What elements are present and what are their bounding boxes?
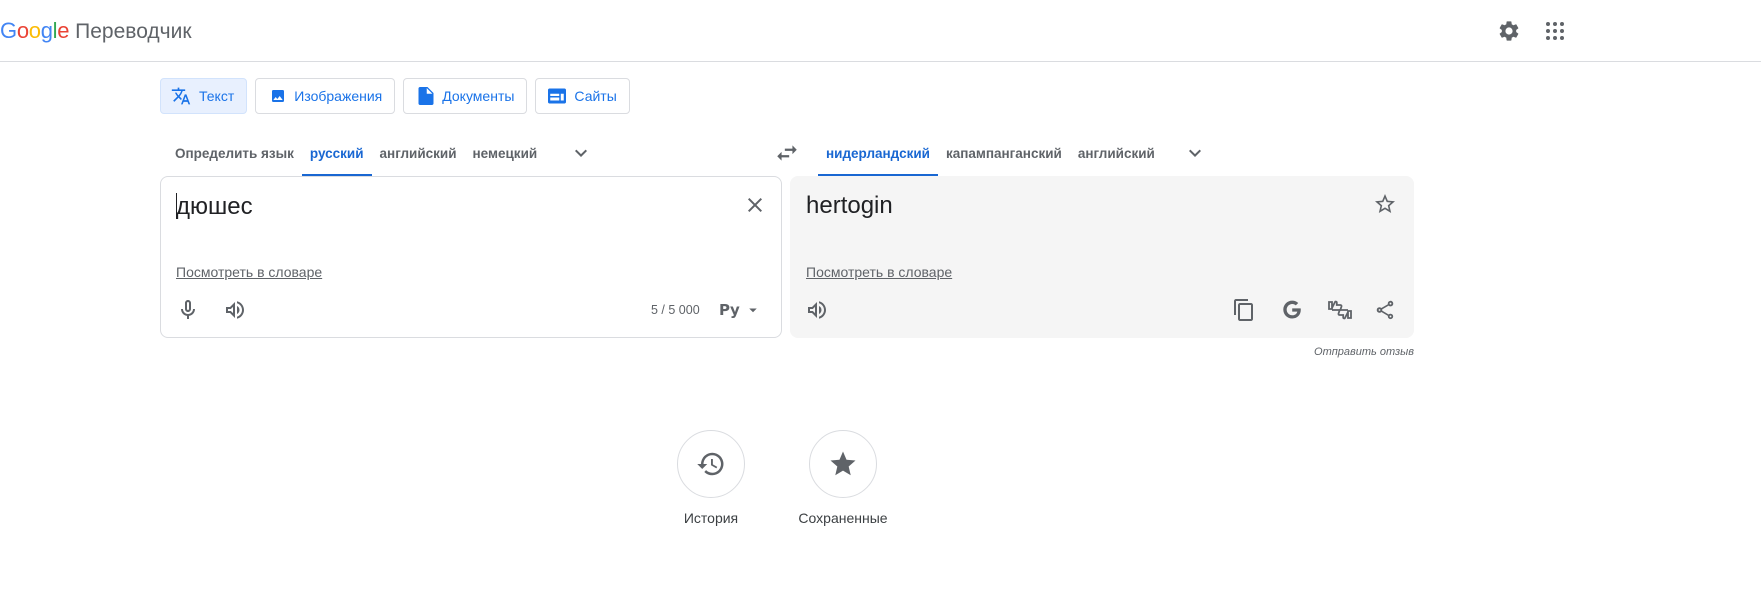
source-lang-label: английский — [379, 145, 457, 161]
target-lang-dutch[interactable]: нидерландский — [818, 130, 938, 176]
rate-translation-button[interactable] — [1320, 290, 1360, 330]
target-lang-more-button[interactable] — [1163, 130, 1217, 176]
speaker-icon — [226, 301, 244, 319]
swap-arrows-icon — [777, 145, 797, 161]
source-lang-label: Определить язык — [175, 145, 294, 161]
target-language-bar: нидерландский капампанганский английский — [818, 130, 1217, 176]
transliteration-toggle[interactable]: Ру — [719, 301, 762, 319]
character-counter: 5 / 5 000 — [651, 303, 700, 317]
mode-images-button[interactable]: Изображения — [255, 78, 396, 114]
source-text-input[interactable]: дюшес — [176, 191, 253, 223]
google-search-button[interactable] — [1272, 290, 1312, 330]
translation-listen-button[interactable] — [797, 290, 837, 330]
target-lang-label: английский — [1077, 145, 1155, 161]
apps-grid-icon[interactable] — [1543, 19, 1567, 43]
voice-input-button[interactable] — [168, 290, 208, 330]
saved-label: Сохраненные — [798, 510, 888, 526]
logo-letter-o1: o — [16, 18, 29, 43]
copy-translation-button[interactable] — [1224, 290, 1264, 330]
source-text-value: дюшес — [176, 193, 253, 220]
history-label: История — [683, 510, 739, 526]
close-icon — [748, 198, 762, 212]
source-listen-button[interactable] — [215, 290, 255, 330]
mode-text-button[interactable]: Текст — [160, 78, 248, 114]
share-translation-button[interactable] — [1365, 290, 1405, 330]
chevron-down-icon — [1188, 149, 1201, 157]
gear-icon[interactable] — [1497, 19, 1521, 43]
website-icon — [548, 88, 567, 104]
send-feedback-link[interactable]: Отправить отзыв — [1300, 346, 1414, 358]
image-icon — [272, 90, 285, 102]
source-lang-more-button[interactable] — [545, 130, 603, 176]
microphone-icon — [181, 300, 195, 319]
product-name: Переводчик — [75, 20, 192, 43]
logo-letter-g: G — [0, 18, 17, 43]
copy-icon — [1234, 299, 1253, 321]
save-translation-button[interactable] — [1365, 184, 1405, 224]
translation-text: hertogin — [806, 192, 893, 219]
source-lang-label: немецкий — [472, 145, 538, 161]
source-lang-label: русский — [309, 145, 364, 161]
history-button[interactable]: История — [641, 430, 781, 526]
thumbs-rating-icon — [1328, 300, 1352, 320]
target-lang-kapampangan[interactable]: капампанганский — [938, 130, 1070, 176]
logo-letter-e: e — [57, 18, 70, 43]
logo-letter-g2: g — [40, 18, 53, 43]
clear-text-button[interactable] — [735, 185, 775, 225]
source-lang-german[interactable]: немецкий — [465, 130, 546, 176]
header: Google Переводчик — [0, 0, 1761, 62]
mode-documents-label: Документы — [442, 88, 515, 104]
star-outline-icon — [1375, 194, 1395, 213]
history-icon — [697, 452, 724, 476]
mode-websites-button[interactable]: Сайты — [535, 78, 630, 114]
google-g-icon — [1283, 300, 1301, 319]
source-dictionary-link[interactable]: Посмотреть в словаре — [176, 264, 322, 280]
translation-panel: hertogin Посмотреть в словаре — [790, 176, 1414, 338]
speaker-icon — [808, 301, 826, 319]
target-lang-label: капампанганский — [945, 145, 1062, 161]
google-translate-logo[interactable]: Google Переводчик — [0, 17, 192, 46]
history-circle — [677, 430, 745, 498]
source-language-bar: Определить язык русский английский немец… — [167, 130, 603, 176]
share-icon — [1376, 300, 1394, 320]
mode-images-label: Изображения — [294, 88, 383, 104]
logo-letter-o2: o — [28, 18, 41, 43]
mode-selector: Текст Изображения Документы Сайты — [160, 78, 630, 114]
document-icon — [418, 87, 434, 105]
mode-text-label: Текст — [199, 88, 235, 104]
source-lang-russian[interactable]: русский — [301, 130, 372, 176]
source-lang-detect[interactable]: Определить язык — [167, 130, 302, 176]
saved-circle — [809, 430, 877, 498]
star-filled-icon — [830, 451, 856, 476]
dropdown-arrow-icon — [749, 308, 757, 313]
chevron-down-icon — [575, 149, 588, 157]
translate-icon — [171, 87, 191, 105]
source-text-panel: дюшес Посмотреть в словаре 5 / 5 000 Ру — [160, 176, 782, 338]
target-lang-english[interactable]: английский — [1070, 130, 1163, 176]
mode-documents-button[interactable]: Документы — [403, 78, 528, 114]
mode-websites-label: Сайты — [574, 88, 617, 104]
source-lang-english[interactable]: английский — [372, 130, 465, 176]
transliteration-label: Ру — [719, 301, 740, 319]
saved-button[interactable]: Сохраненные — [773, 430, 913, 526]
target-dictionary-link[interactable]: Посмотреть в словаре — [806, 264, 952, 280]
target-lang-label: нидерландский — [826, 145, 930, 161]
swap-languages-button[interactable] — [774, 140, 800, 166]
